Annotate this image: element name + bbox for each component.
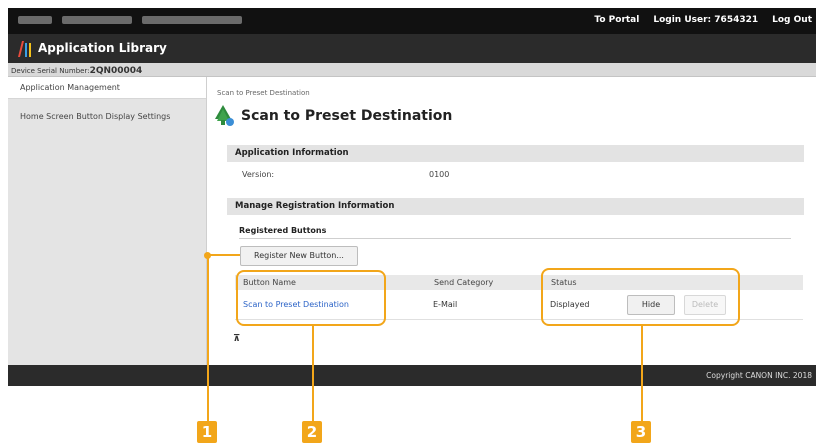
app-title: Application Library bbox=[38, 41, 167, 55]
login-user-label: Login User: bbox=[653, 15, 712, 25]
application-information-heading: Application Information bbox=[227, 145, 804, 162]
browser-top-bar: To Portal Login User: 7654321 Log Out bbox=[8, 8, 816, 34]
callout-badge-3: 3 bbox=[631, 421, 651, 443]
page-title: Scan to Preset Destination bbox=[215, 105, 452, 127]
manage-registration-heading: Manage Registration Information bbox=[227, 198, 804, 215]
column-send-category: Send Category bbox=[434, 278, 494, 287]
serial-label: Device Serial Number: bbox=[11, 67, 90, 75]
callout-1-line-h bbox=[208, 254, 240, 256]
sidebar: Application Management Home Screen Butto… bbox=[8, 77, 207, 365]
device-serial-bar: Device Serial Number:2QN00004 bbox=[8, 63, 816, 77]
breadcrumb: Scan to Preset Destination bbox=[217, 89, 310, 97]
version-value: 0100 bbox=[429, 170, 450, 179]
login-user-value: 7654321 bbox=[714, 15, 759, 25]
login-user-text: Login User: 7654321 bbox=[653, 15, 758, 25]
callout-highlight-button-name bbox=[236, 270, 386, 326]
callout-1-line bbox=[207, 256, 209, 422]
application-tree-icon bbox=[215, 105, 234, 126]
address-bar-blurred bbox=[18, 16, 242, 25]
scroll-to-top-icon[interactable]: ⊼ bbox=[233, 334, 240, 344]
app-header: Application Library bbox=[8, 34, 816, 63]
log-out-link[interactable]: Log Out bbox=[772, 15, 812, 25]
sidebar-item-home-screen-button-display-settings[interactable]: Home Screen Button Display Settings bbox=[8, 111, 188, 123]
callout-badge-2: 2 bbox=[302, 421, 322, 443]
version-label: Version: bbox=[242, 170, 275, 179]
register-new-button[interactable]: Register New Button... bbox=[240, 246, 358, 266]
serial-value: 2QN00004 bbox=[89, 66, 143, 76]
page-title-text: Scan to Preset Destination bbox=[241, 108, 453, 124]
send-category-value: E-Mail bbox=[433, 300, 458, 309]
footer: Copyright CANON INC. 2018 bbox=[8, 365, 816, 386]
callout-3-line bbox=[641, 326, 643, 422]
callout-highlight-status bbox=[541, 268, 740, 326]
registered-buttons-heading: Registered Buttons bbox=[239, 226, 791, 239]
application-library-logo-icon bbox=[18, 41, 31, 57]
callout-badge-1: 1 bbox=[197, 421, 217, 443]
sidebar-item-application-management[interactable]: Application Management bbox=[8, 77, 206, 99]
copyright-text: Copyright CANON INC. 2018 bbox=[706, 371, 812, 380]
to-portal-link[interactable]: To Portal bbox=[594, 15, 639, 25]
callout-2-line bbox=[312, 326, 314, 422]
